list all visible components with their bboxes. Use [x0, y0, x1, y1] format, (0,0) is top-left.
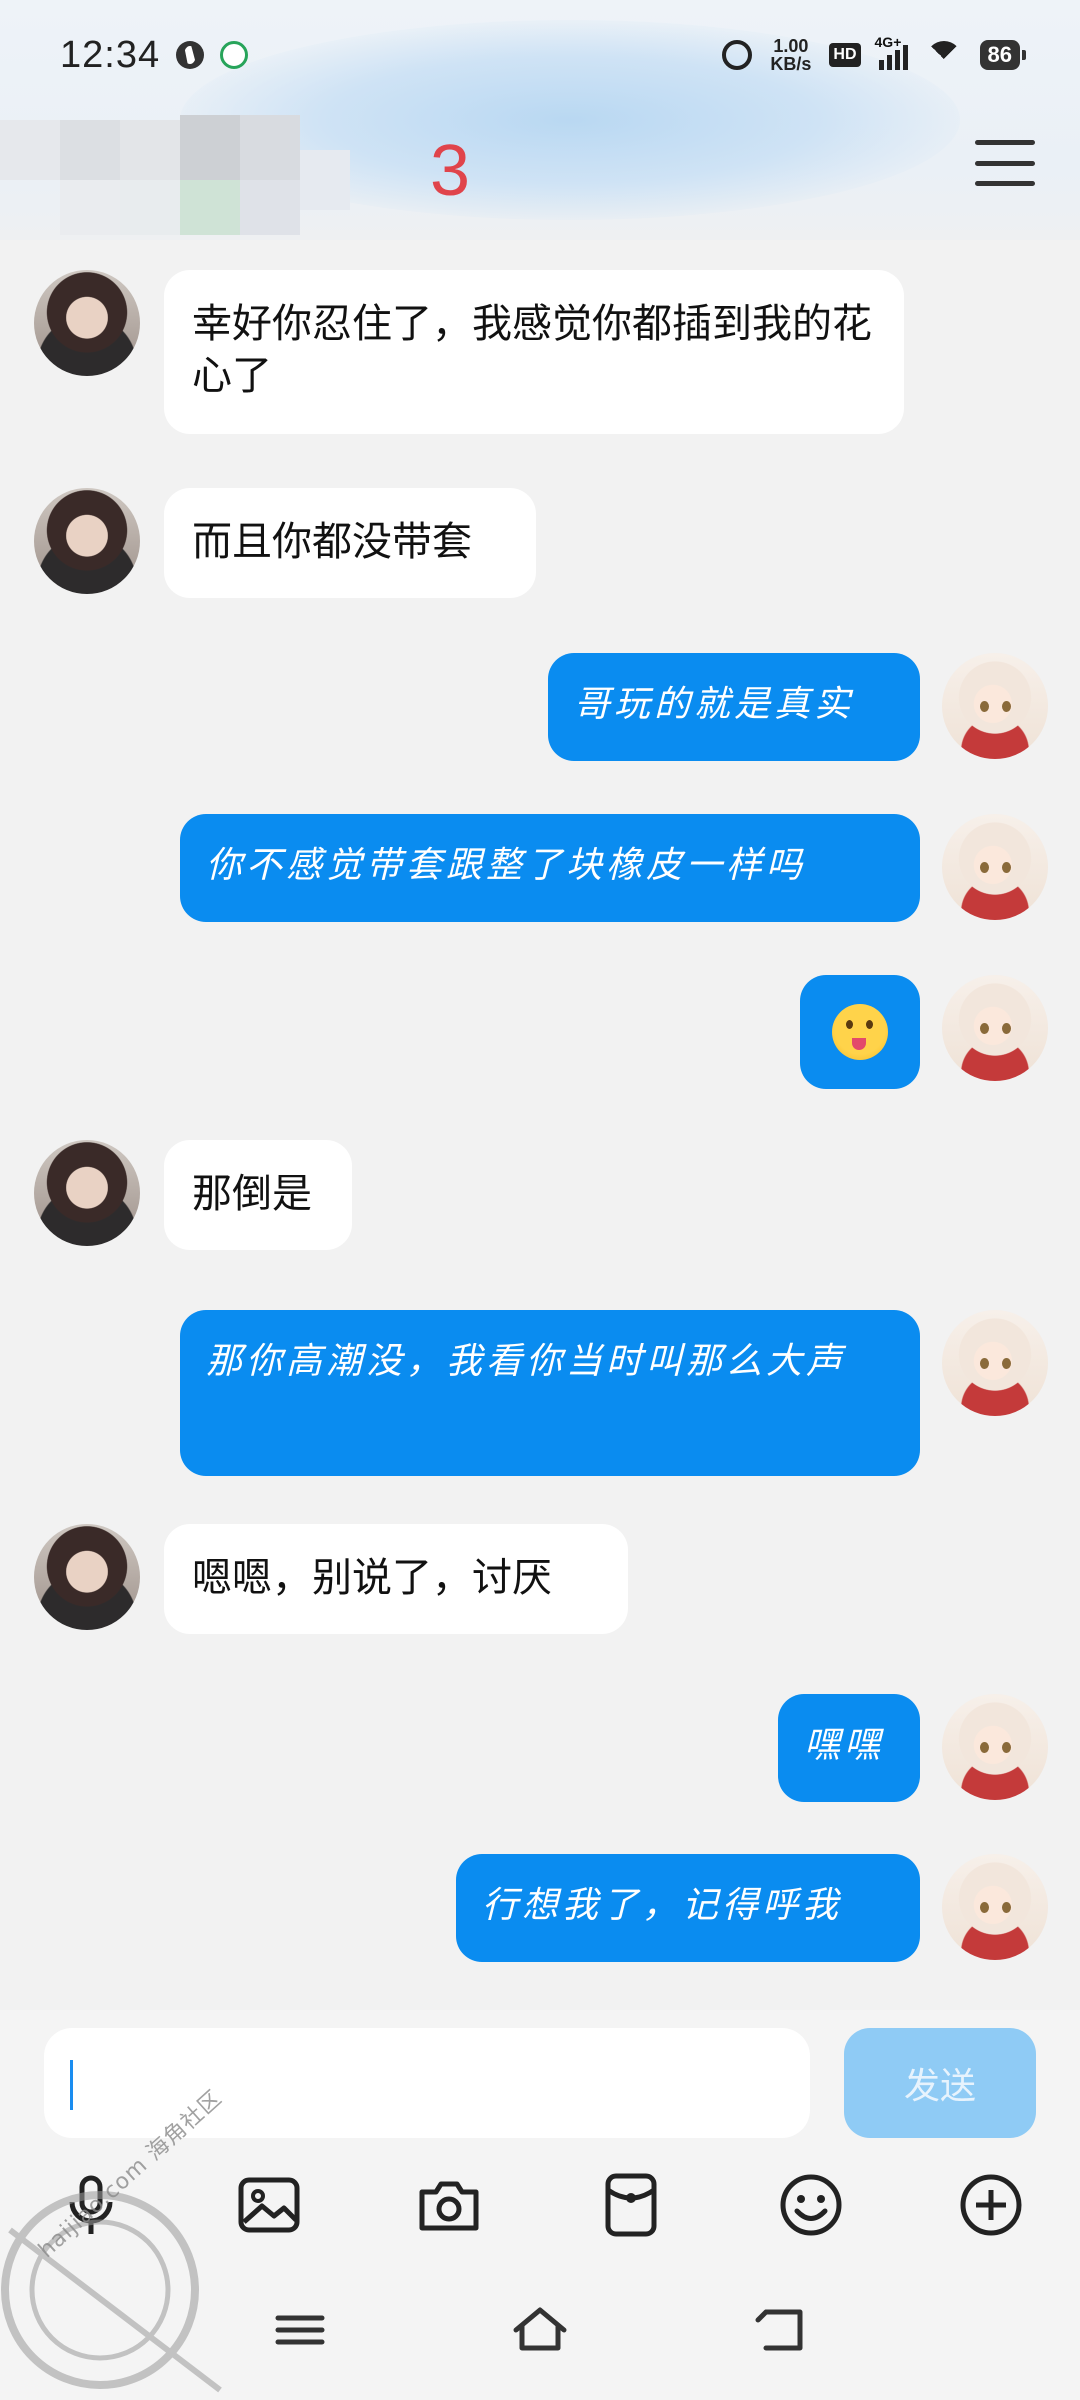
tongue-face-emoji-icon [832, 1004, 888, 1060]
emoji-icon[interactable] [776, 2170, 846, 2240]
chat-title: 3 [429, 131, 471, 211]
alarm-icon [722, 40, 753, 70]
status-indicators: 1.00 KB/s HD 4G+ 86 [722, 34, 1027, 73]
back-icon[interactable] [750, 2300, 810, 2360]
message-row-outgoing: 你不感觉带套跟整了块橡皮一样吗 [180, 814, 1048, 922]
network-speed-unit: KB/s [770, 54, 812, 74]
send-button[interactable]: 发送 [844, 2028, 1036, 2138]
message-row-incoming: 而且你都没带套 [34, 488, 536, 598]
message-input[interactable] [44, 2028, 810, 2138]
message-row-incoming: 幸好你忍住了，我感觉你都插到我的花心了 [34, 270, 904, 434]
my-avatar[interactable] [942, 975, 1048, 1081]
network-type-label: 4G+ [874, 34, 902, 50]
my-avatar[interactable] [942, 1310, 1048, 1416]
message-bubble[interactable]: 而且你都没带套 [164, 488, 536, 598]
message-bubble[interactable]: 行想我了，记得呼我 [456, 1854, 920, 1962]
menu-icon-line [975, 140, 1035, 145]
message-row-outgoing: 那你高潮没，我看你当时叫那么大声 [180, 1310, 1048, 1476]
contact-avatar[interactable] [34, 270, 140, 376]
network-speed-value: 1.00 [773, 36, 809, 56]
contact-avatar[interactable] [34, 1524, 140, 1630]
globe-icon [176, 41, 205, 69]
my-avatar[interactable] [942, 814, 1048, 920]
message-row-incoming: 嗯嗯，别说了，讨厌 [34, 1524, 628, 1634]
camera-icon[interactable] [414, 2170, 484, 2240]
message-bubble[interactable]: 幸好你忍住了，我感觉你都插到我的花心了 [164, 270, 904, 434]
message-row-outgoing: 哥玩的就是真实 [548, 653, 1048, 761]
battery-indicator: 86 [979, 40, 1027, 70]
my-avatar[interactable] [942, 1854, 1048, 1960]
message-bubble-emoji[interactable] [800, 975, 920, 1089]
my-avatar[interactable] [942, 1694, 1048, 1800]
top-bar: 12:34 1.00 KB/s HD 4G+ 86 3 [0, 0, 1080, 240]
message-bubble[interactable]: 嗯嗯，别说了，讨厌 [164, 1524, 628, 1634]
app-notification-icon [220, 41, 249, 69]
menu-icon-line [975, 160, 1035, 166]
menu-icon-line [975, 181, 1035, 186]
message-list[interactable]: 幸好你忍住了，我感觉你都插到我的花心了 而且你都没带套 哥玩的就是真实 你不感觉… [0, 240, 1080, 2010]
status-bar: 12:34 1.00 KB/s HD 4G+ 86 [0, 0, 1080, 110]
my-avatar[interactable] [942, 653, 1048, 759]
plus-icon[interactable] [956, 2170, 1026, 2240]
message-bubble[interactable]: 那倒是 [164, 1140, 352, 1250]
message-bubble[interactable]: 那你高潮没，我看你当时叫那么大声 [180, 1310, 920, 1476]
message-bubble[interactable]: 哥玩的就是真实 [548, 653, 920, 761]
message-row-outgoing: 嘿嘿 [778, 1694, 1048, 1802]
menu-button[interactable] [975, 140, 1035, 186]
home-icon[interactable] [510, 2300, 570, 2360]
red-packet-icon[interactable] [596, 2170, 666, 2240]
cellular-signal-icon: 4G+ [875, 34, 908, 70]
hd-badge: HD [829, 43, 861, 67]
message-row-outgoing: 行想我了，记得呼我 [456, 1854, 1048, 1962]
blurred-name-mosaic [0, 110, 360, 240]
message-bubble[interactable]: 嘿嘿 [778, 1694, 920, 1802]
recent-apps-icon[interactable] [270, 2300, 330, 2360]
message-row-outgoing [800, 975, 1048, 1089]
contact-avatar[interactable] [34, 488, 140, 594]
image-icon[interactable] [234, 2170, 304, 2240]
contact-avatar[interactable] [34, 1140, 140, 1246]
status-time: 12:34 [60, 33, 161, 76]
text-caret [70, 2060, 73, 2110]
message-bubble[interactable]: 你不感觉带套跟整了块橡皮一样吗 [180, 814, 920, 922]
message-row-incoming: 那倒是 [34, 1140, 352, 1250]
wifi-icon [926, 41, 962, 69]
network-speed: 1.00 KB/s [770, 37, 811, 73]
